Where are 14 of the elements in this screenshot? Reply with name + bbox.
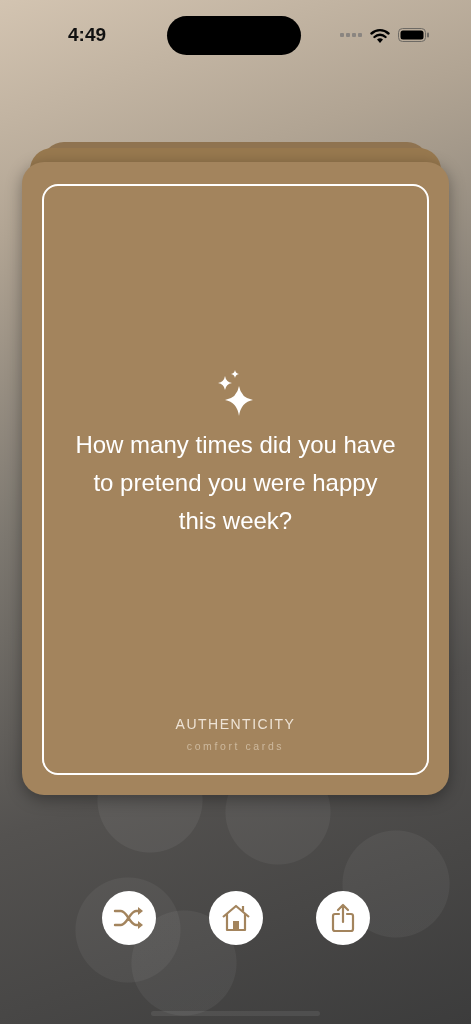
shuffle-icon — [112, 906, 145, 930]
shuffle-button[interactable] — [101, 891, 156, 945]
status-time: 4:49 — [68, 22, 108, 47]
question-text: How many times did you have to pretend you were happy this week? — [74, 430, 397, 537]
home-button[interactable] — [208, 891, 263, 945]
share-button[interactable] — [315, 891, 370, 945]
battery-icon — [398, 28, 429, 42]
brand-subtitle: comfort cards — [186, 739, 285, 755]
signal-icon — [340, 33, 362, 37]
share-icon — [330, 903, 355, 933]
home-icon — [220, 904, 251, 932]
category-label: AUTHENTICITY — [175, 715, 296, 735]
question-card[interactable]: How many times did you have to pretend you were happy this week? AUTHENTICITY comfort cards — [22, 162, 449, 795]
wifi-icon — [370, 27, 390, 43]
